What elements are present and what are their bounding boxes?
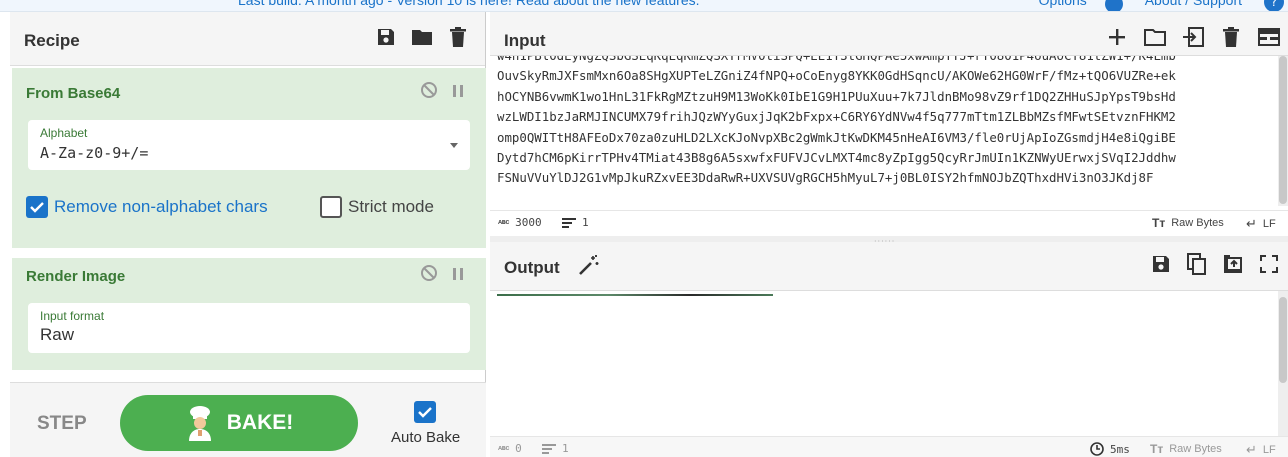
layout-icon[interactable] — [1258, 26, 1280, 48]
top-banner: Last build: A month ago - Version 10 is … — [0, 0, 1288, 12]
input-line: w4n1PBl0dEyNgZQSbGSEqKqEqKmZQSXYrMV0tiSP… — [497, 56, 1249, 66]
char-count: ᴀʙᴄ 3000 — [498, 216, 542, 229]
output-eol[interactable]: ↵ LF — [1246, 442, 1276, 457]
return-icon: ↵ — [1246, 216, 1257, 231]
chevron-down-icon — [450, 143, 458, 148]
char-count: ᴀʙᴄ 0 — [498, 442, 522, 455]
abc-icon: ᴀʙᴄ — [498, 444, 510, 452]
remove-non-alphabet-checkbox[interactable] — [26, 196, 48, 218]
clock-icon — [1090, 442, 1104, 456]
output-status-bar: ᴀʙᴄ 0 1 5ms Tт Raw Bytes ↵ LF — [490, 436, 1288, 457]
input-line: omp0QWITtH8AFEoDx70za0zuHLD2LXcKJoNvpXBc… — [497, 129, 1176, 145]
scroll-thumb[interactable] — [1279, 297, 1287, 383]
bake-bar: STEP BAKE! Auto Bake — [10, 382, 486, 457]
output-scrollbar[interactable] — [1278, 291, 1288, 436]
input-line: hOCYNB6vwmK1wo1HnL31FkRgMZtzuH9M13WoKk0I… — [497, 88, 1176, 104]
op-render-image[interactable]: Render Image Input format Raw — [12, 258, 486, 370]
input-line: Dytd7hCM6pKirrTPHv4TMiat43B8g6A5sxwfxFUF… — [497, 150, 1176, 166]
line-count: 1 — [562, 216, 589, 229]
bake-time: 5ms — [1090, 442, 1130, 456]
return-icon: ↵ — [1246, 442, 1257, 457]
input-line: OuvSkyRmJXFsmMxn6Oa8SHgXUPTeLZGniZ4fNPQ+… — [497, 68, 1176, 84]
chef-icon — [185, 405, 215, 441]
bake-label: BAKE! — [226, 411, 294, 434]
input-textarea[interactable]: w4n1PBl0dEyNgZQSbGSEqKqEqKmZQSXYrMV0tiSP… — [497, 56, 1249, 206]
fullscreen-icon[interactable] — [1258, 253, 1280, 275]
input-scrollbar[interactable] — [1278, 56, 1288, 206]
trash-icon[interactable] — [1220, 26, 1242, 48]
open-folder-icon[interactable] — [1144, 26, 1166, 48]
text-encoding-icon: Tт — [1152, 216, 1166, 230]
gear-icon[interactable] — [1104, 0, 1123, 11]
input-line: wzLWDI1bzJaRMJINCUMX79frihJQzWYyGuxjJqK2… — [497, 109, 1176, 125]
output-header: Output — [490, 242, 1288, 291]
input-format-label: Input format — [40, 309, 105, 323]
alphabet-select[interactable]: Alphabet A-Za-z0-9+/= — [28, 120, 470, 170]
save-icon[interactable] — [1150, 253, 1172, 275]
disable-icon[interactable] — [420, 264, 438, 286]
help-icon[interactable]: ? — [1264, 0, 1284, 11]
strict-mode-checkbox[interactable] — [320, 196, 342, 218]
auto-bake-checkbox[interactable] — [414, 401, 436, 423]
banner-message[interactable]: Last build: A month ago - Version 10 is … — [238, 0, 700, 8]
about-link[interactable]: About / Support — [1145, 0, 1242, 8]
recipe-title: Recipe — [24, 31, 80, 50]
input-panel: Input w4n1PBl0dEyNgZQSbGSEqKqEqKmZQSXYrM… — [490, 12, 1288, 236]
op-from-base64[interactable]: From Base64 Alphabet A-Za-z0-9+/= Remove… — [12, 68, 486, 248]
disable-icon[interactable] — [420, 81, 438, 103]
options-link[interactable]: Options — [1039, 0, 1087, 8]
text-encoding-icon: Tт — [1150, 442, 1164, 456]
save-icon[interactable] — [375, 26, 397, 48]
rendered-image — [497, 294, 773, 296]
abc-icon: ᴀʙᴄ — [498, 218, 510, 226]
scroll-thumb[interactable] — [1279, 56, 1287, 204]
remove-non-alphabet-label[interactable]: Remove non-alphabet chars — [54, 197, 268, 217]
input-header: Input — [490, 12, 1288, 56]
plus-icon[interactable] — [1106, 26, 1128, 48]
input-line: FSNuVVuYlDJ2G1vMpJkuRZxvEE3DdaRwR+UXVSUV… — [497, 170, 1154, 186]
step-button[interactable]: STEP — [37, 413, 87, 435]
lines-icon — [562, 217, 576, 228]
input-eol[interactable]: ↵ LF — [1246, 216, 1276, 232]
bake-button[interactable]: BAKE! — [120, 395, 358, 451]
line-count: 1 — [542, 442, 569, 455]
op-title: Render Image — [26, 268, 126, 285]
folder-icon[interactable] — [411, 26, 433, 48]
input-title: Input — [504, 31, 546, 50]
lines-icon — [542, 443, 556, 454]
magic-wand-icon[interactable] — [578, 254, 600, 280]
alphabet-value: A-Za-z0-9+/= — [40, 144, 149, 162]
pause-icon[interactable] — [452, 266, 464, 285]
output-encoding[interactable]: Tт Raw Bytes — [1150, 442, 1222, 456]
auto-bake-label[interactable]: Auto Bake — [391, 429, 460, 446]
input-status-bar: ᴀʙᴄ 3000 1 Tт Raw Bytes ↵ LF — [490, 210, 1288, 234]
input-format-value: Raw — [40, 325, 75, 344]
op-separator — [12, 248, 486, 258]
copy-icon[interactable] — [1186, 253, 1208, 275]
recipe-header: Recipe — [10, 12, 485, 66]
output-panel: Output ᴀʙᴄ 0 1 5ms Tт Raw Bytes ↵ LF — [490, 242, 1288, 457]
replace-input-icon[interactable] — [1222, 253, 1244, 275]
import-icon[interactable] — [1182, 26, 1204, 48]
op-title: From Base64 — [26, 85, 121, 102]
strict-mode-label[interactable]: Strict mode — [348, 197, 434, 217]
alphabet-label: Alphabet — [40, 126, 88, 140]
input-format-field[interactable]: Input format Raw — [28, 303, 470, 353]
input-encoding[interactable]: Tт Raw Bytes — [1152, 216, 1224, 230]
trash-icon[interactable] — [447, 26, 469, 48]
pause-icon[interactable] — [452, 83, 464, 102]
recipe-panel: Recipe From Base64 Alphabet A-Za-z0-9+/=… — [10, 12, 486, 457]
output-title: Output — [504, 258, 560, 277]
